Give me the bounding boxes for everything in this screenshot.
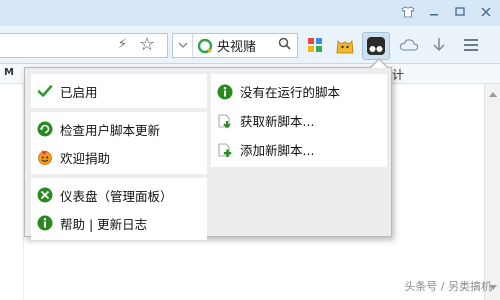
chevron-down-icon: [178, 42, 187, 48]
menu-group: 没有在运行的脚本 获取新脚本... 添加新脚本...: [211, 74, 387, 167]
menu-item-label: 检查用户脚本更新: [60, 122, 161, 138]
menu-item-label: 仪表盘（管理面板）: [60, 188, 173, 204]
menu-right-column: 没有在运行的脚本 获取新脚本... 添加新脚本...: [211, 74, 387, 171]
window-controls: [400, 4, 494, 20]
menu-item-label: 欢迎捐助: [60, 150, 111, 166]
check-icon: [37, 85, 53, 97]
menu-item-label: 帮助 | 更新日志: [60, 216, 148, 232]
menu-item-label: 获取新脚本...: [240, 114, 315, 129]
search-input[interactable]: 央视赌: [217, 36, 267, 55]
download-arrow-icon[interactable]: [428, 34, 450, 56]
smiley-icon: [38, 150, 52, 165]
vertical-scrollbar[interactable]: [484, 84, 500, 300]
tampermonkey-menu: 已启用 检查用户脚本更新 欢迎捐助 仪表盘（管理面板） 帮助 | 更新日志 没有…: [24, 67, 392, 240]
menu-item-label: 没有在运行的脚本: [240, 85, 341, 100]
refresh-icon: [37, 121, 53, 137]
skin-icon[interactable]: [400, 4, 416, 20]
menu-item-get-new-scripts[interactable]: 获取新脚本...: [211, 106, 387, 135]
menu-group: 已启用: [31, 74, 207, 108]
menu-item-help-changelog[interactable]: 帮助 | 更新日志: [31, 209, 207, 237]
menu-group: 仪表盘（管理面板） 帮助 | 更新日志: [31, 178, 207, 240]
info-icon: [217, 84, 233, 99]
dashboard-icon: [37, 187, 53, 203]
menu-item-label: 已启用: [60, 84, 98, 100]
menu-item-donate[interactable]: 欢迎捐助: [31, 143, 207, 171]
address-bar[interactable]: ⚡ ☆: [0, 33, 168, 58]
apps-grid-icon[interactable]: [304, 34, 326, 56]
get-script-icon: [218, 114, 231, 128]
maximize-icon[interactable]: [452, 4, 468, 20]
menu-item-no-running-scripts: 没有在运行的脚本: [211, 77, 387, 106]
menu-item-enabled[interactable]: 已启用: [31, 77, 207, 105]
menu-pointer-inner: [371, 60, 387, 68]
add-script-icon: [218, 143, 232, 157]
menu-left-column: 已启用 检查用户脚本更新 欢迎捐助 仪表盘（管理面板） 帮助 | 更新日志: [31, 74, 207, 244]
bookmark-star-icon[interactable]: ☆: [139, 34, 155, 55]
window-titlebar: [0, 0, 500, 26]
bookmark-item[interactable]: M: [4, 67, 14, 78]
info-icon: [37, 215, 53, 231]
search-icon[interactable]: [278, 37, 291, 54]
menu-item-check-updates[interactable]: 检查用户脚本更新: [31, 115, 207, 143]
search-engine-dropdown[interactable]: [173, 34, 193, 57]
menu-hamburger-icon[interactable]: [460, 34, 482, 56]
close-icon[interactable]: [478, 4, 494, 20]
search-box[interactable]: 央视赌: [172, 33, 298, 58]
lightning-icon[interactable]: ⚡: [118, 37, 127, 52]
menu-item-dashboard[interactable]: 仪表盘（管理面板）: [31, 181, 207, 209]
minimize-icon[interactable]: [426, 4, 442, 20]
menu-item-add-new-script[interactable]: 添加新脚本...: [211, 135, 387, 164]
scroll-up-arrow-icon[interactable]: [489, 92, 497, 97]
menu-group: 检查用户脚本更新 欢迎捐助: [31, 112, 207, 174]
tampermonkey-icon[interactable]: [362, 32, 390, 60]
bookmark-item[interactable]: 计: [392, 66, 404, 83]
cloud-icon[interactable]: [398, 34, 420, 56]
menu-item-label: 添加新脚本...: [240, 143, 315, 158]
search-engine-logo-icon: [197, 38, 213, 53]
browser-toolbar: ⚡ ☆ 央视赌: [0, 26, 500, 64]
watermark: 头条号 / 另类搞机: [404, 280, 492, 293]
cat-extension-icon[interactable]: [334, 34, 356, 56]
page-gutter: [0, 84, 24, 300]
